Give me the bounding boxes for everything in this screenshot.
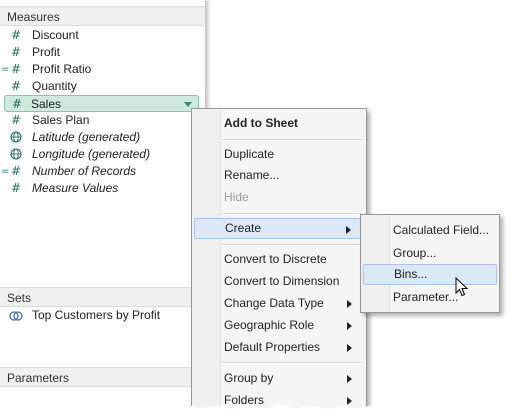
hash-icon: # [10,79,22,93]
create-submenu: Calculated Field... Group... Bins... Par… [360,214,500,313]
measure-field[interactable]: # Sales Plan [0,112,205,129]
measure-field[interactable]: # = Number of Records [0,163,205,180]
menu-item-geographic-role-label: Geographic Role [224,318,315,332]
globe-icon [8,129,24,146]
menu-item-rename[interactable]: Rename... [194,165,364,186]
menu-item-convert-discrete[interactable]: Convert to Discrete [194,249,364,270]
measure-field[interactable]: Latitude (generated) [0,129,205,146]
hash-icon: # [10,45,22,59]
submenu-item-bins[interactable]: Bins... [363,264,497,285]
menu-item-add-to-sheet[interactable]: Add to Sheet [194,113,364,134]
menu-item-change-data-type[interactable]: Change Data Type [194,293,364,314]
measure-field[interactable]: # Profit [0,44,205,61]
measure-field[interactable]: # = Profit Ratio [0,61,205,78]
calculated-mark-icon: = [1,166,10,177]
submenu-item-group[interactable]: Group... [363,243,497,264]
torn-edge [0,405,513,413]
menu-item-create-label: Create [225,221,262,235]
menu-separator [222,362,362,364]
set-item-top-customers[interactable]: Top Customers by Profit [0,307,205,324]
menu-item-hide: Hide [224,190,249,204]
measure-field[interactable]: # Sales [4,95,199,112]
measure-field-label: Sales [31,97,62,111]
submenu-arrow-icon [347,300,352,308]
measures-header: Measures [0,6,205,26]
menu-item-geographic-role[interactable]: Geographic Role [194,315,364,336]
measure-field[interactable]: # Discount [0,27,205,44]
measure-field[interactable]: # Measure Values [0,180,205,197]
measure-field-label: Profit [32,45,61,59]
measure-field-label: Number of Records [32,164,137,178]
submenu-arrow-icon [347,344,352,352]
sets-header: Sets [0,287,205,307]
menu-item-group-by[interactable]: Group by [194,368,364,389]
menu-separator [222,139,362,141]
menu-item-group-by-label: Group by [224,371,274,385]
menu-separator [222,244,362,246]
measure-field-label: Quantity [32,79,77,93]
calculated-mark-icon: = [1,64,10,75]
submenu-item-parameter[interactable]: Parameter... [363,287,497,308]
measure-field-label: Longitude (generated) [32,147,151,161]
data-pane: Measures # Discount # Profit # = Profit Ratio #… [0,0,206,413]
submenu-arrow-icon [347,375,352,383]
measure-field-label: Profit Ratio [32,62,92,76]
submenu-arrow-icon [347,322,352,330]
measure-field-label: Measure Values [32,181,119,195]
hash-icon: # = [1,62,22,76]
measure-field-label: Sales Plan [32,113,90,127]
menu-item-default-properties-label: Default Properties [224,340,321,354]
mouse-pointer-icon [455,277,469,297]
measure-field-label: Discount [32,28,79,42]
dropdown-arrow-icon[interactable] [184,102,192,107]
set-item-label: Top Customers by Profit [32,308,161,322]
submenu-item-calculated-field[interactable]: Calculated Field... [363,220,497,241]
globe-icon [8,146,24,163]
submenu-arrow-icon [346,226,351,234]
hash-icon: # [10,28,22,42]
menu-item-default-properties[interactable]: Default Properties [194,337,364,358]
menu-item-duplicate[interactable]: Duplicate [194,144,364,165]
measure-field[interactable]: Longitude (generated) [0,146,205,163]
parameters-header: Parameters [0,367,205,387]
menu-item-change-data-type-label: Change Data Type [224,296,324,310]
set-icon [8,307,24,324]
menu-item-convert-dimension[interactable]: Convert to Dimension [194,271,364,292]
menu-separator [222,213,362,215]
hash-icon: # [10,113,22,127]
hash-icon: # = [1,164,22,178]
field-context-menu: Add to Sheet Duplicate Rename... Hide Cr… [191,108,367,413]
measure-field-label: Latitude (generated) [32,130,141,144]
measure-field[interactable]: # Quantity [0,78,205,95]
hash-icon: # [11,97,23,111]
hash-icon: # [10,181,22,195]
menu-item-create[interactable]: Create [194,218,364,239]
